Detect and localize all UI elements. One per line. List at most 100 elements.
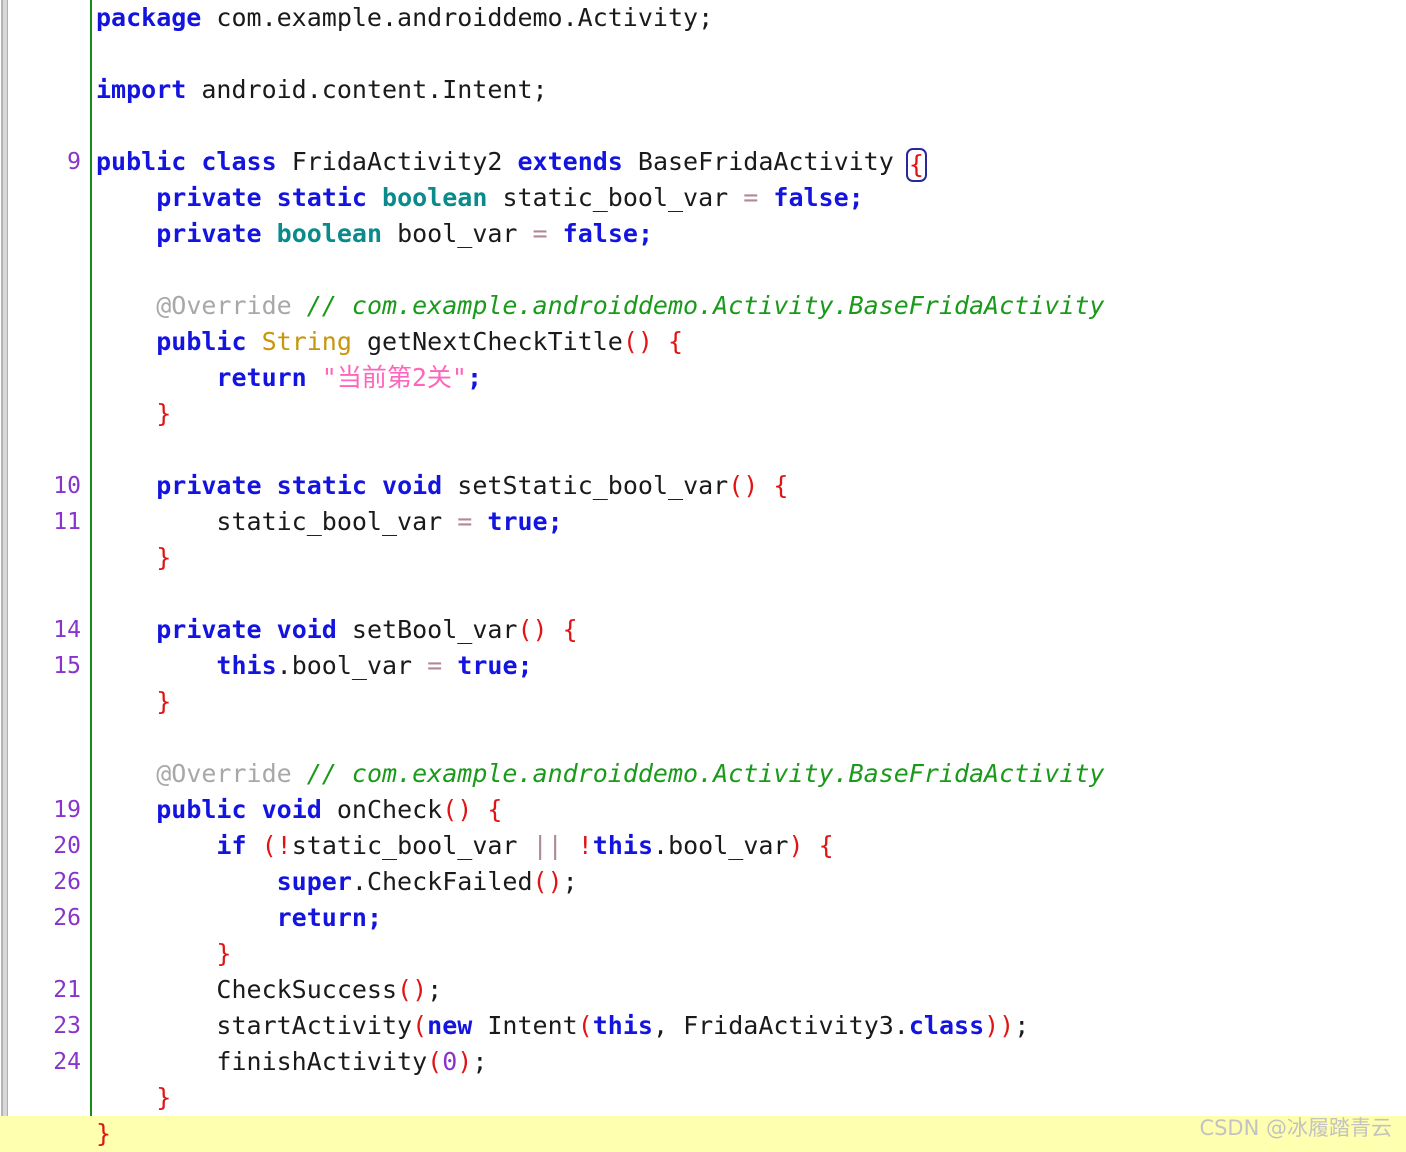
code-line[interactable]: } xyxy=(0,1080,1406,1116)
code-line[interactable]: @Override // com.example.androiddemo.Act… xyxy=(0,756,1406,792)
code-line[interactable]: 21 CheckSuccess(); xyxy=(0,972,1406,1008)
code-token: static xyxy=(276,471,367,500)
code-token: @Override xyxy=(156,291,292,320)
code-line[interactable]: 20 if (!static_bool_var || !this.bool_va… xyxy=(0,828,1406,864)
code-token: ; xyxy=(532,75,548,104)
code-token: ; xyxy=(427,975,443,1004)
code-line[interactable]: import android.content.Intent; xyxy=(0,72,1406,108)
code-line[interactable]: 10 private static void setStatic_bool_va… xyxy=(0,468,1406,504)
code-token: extends xyxy=(517,147,623,176)
line-number: 23 xyxy=(53,1013,81,1039)
code-line-text: } xyxy=(96,540,171,576)
code-token: () xyxy=(517,615,548,644)
code-token: this xyxy=(216,651,277,680)
code-line[interactable]: 23 startActivity(new Intent(this, FridaA… xyxy=(0,1008,1406,1044)
code-line-text: return "当前第2关"; xyxy=(96,360,482,396)
code-token: static_bool_var xyxy=(291,831,518,860)
code-line[interactable]: package com.example.androiddemo.Activity… xyxy=(0,0,1406,36)
code-line[interactable]: } xyxy=(0,396,1406,432)
line-number: 26 xyxy=(53,869,81,895)
code-line[interactable] xyxy=(0,252,1406,288)
code-line[interactable]: 9 public class FridaActivity2 extends Bas… xyxy=(0,144,1406,182)
code-line-text: public class FridaActivity2 extends Base… xyxy=(96,144,927,182)
code-token: void xyxy=(276,615,337,644)
code-line[interactable]: } xyxy=(0,1116,1406,1152)
code-token: return xyxy=(216,363,307,392)
code-line-text: startActivity(new Intent(this, FridaActi… xyxy=(96,1008,1029,1044)
code-line-text: public String getNextCheckTitle() { xyxy=(96,324,683,360)
code-token: ; xyxy=(698,3,714,32)
code-token: ! xyxy=(577,831,593,860)
code-line-text: } xyxy=(96,1080,171,1116)
code-line[interactable] xyxy=(0,432,1406,468)
code-line[interactable] xyxy=(0,720,1406,756)
code-line[interactable]: 19 public void onCheck() { xyxy=(0,792,1406,828)
code-token: Intent xyxy=(487,1011,578,1040)
code-token: private xyxy=(156,615,262,644)
code-token: false xyxy=(773,183,849,212)
code-line[interactable]: private static boolean static_bool_var =… xyxy=(0,180,1406,216)
code-token: () xyxy=(397,975,428,1004)
code-token: setStatic_bool_var xyxy=(457,471,729,500)
code-line[interactable]: public String getNextCheckTitle() { xyxy=(0,324,1406,360)
code-line-text: @Override // com.example.androiddemo.Act… xyxy=(96,756,1104,792)
code-token: = xyxy=(457,507,473,536)
code-line[interactable]: 24 finishActivity(0); xyxy=(0,1044,1406,1080)
code-token: { xyxy=(562,615,578,644)
code-token: new xyxy=(427,1011,473,1040)
code-token: ( xyxy=(427,1047,443,1076)
code-token: this xyxy=(592,831,654,860)
code-token: public xyxy=(156,327,247,356)
code-line[interactable]: } xyxy=(0,684,1406,720)
code-token: class xyxy=(201,147,277,176)
code-line[interactable]: private boolean bool_var = false; xyxy=(0,216,1406,252)
code-token: ; xyxy=(1014,1011,1030,1040)
line-number: 24 xyxy=(53,1049,81,1075)
source-code-area[interactable]: package com.example.androiddemo.Activity… xyxy=(0,0,1406,1152)
code-line-text: static_bool_var = true; xyxy=(96,504,562,540)
code-token: ; xyxy=(517,651,533,680)
code-line[interactable] xyxy=(0,36,1406,72)
code-line-text: private static void setStatic_bool_var()… xyxy=(96,468,788,504)
code-token: } xyxy=(156,543,172,572)
code-token: super xyxy=(276,867,352,896)
code-token: FridaActivity2 xyxy=(291,147,503,176)
code-line[interactable]: 15 this.bool_var = true; xyxy=(0,648,1406,684)
code-line[interactable] xyxy=(0,576,1406,612)
line-number: 26 xyxy=(53,905,81,931)
code-line[interactable]: 14 private void setBool_var() { xyxy=(0,612,1406,648)
code-line[interactable]: } xyxy=(0,936,1406,972)
code-token: , xyxy=(652,1011,684,1040)
code-line[interactable]: return "当前第2关"; xyxy=(0,360,1406,396)
code-line[interactable]: 26 super.CheckFailed(); xyxy=(0,864,1406,900)
code-line[interactable]: @Override // com.example.androiddemo.Act… xyxy=(0,288,1406,324)
code-line-text: } xyxy=(96,684,171,720)
code-token: = xyxy=(743,183,759,212)
code-line[interactable]: 26 return; xyxy=(0,900,1406,936)
code-line[interactable]: 11 static_bool_var = true; xyxy=(0,504,1406,540)
code-line-text: private static boolean static_bool_var =… xyxy=(96,180,864,216)
code-token: import xyxy=(96,75,187,104)
code-line[interactable]: } xyxy=(0,540,1406,576)
code-line[interactable] xyxy=(0,108,1406,144)
